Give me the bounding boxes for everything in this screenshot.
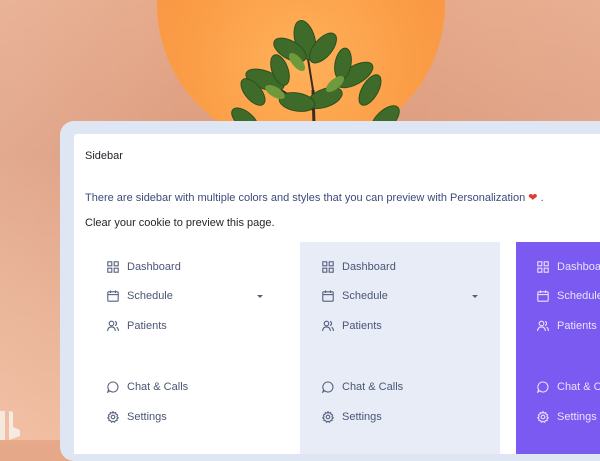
sidebar-item-label: Chat & Calls — [342, 381, 404, 393]
sidebar-variant-light: Dashboard Schedule Patients Chat & Calls… — [74, 242, 300, 454]
chevron-down-icon[interactable] — [257, 295, 263, 298]
sidebar-item-settings[interactable]: Settings — [322, 409, 382, 425]
description-text: There are sidebar with multiple colors a… — [85, 192, 526, 204]
sidebar-item-label: Schedule — [557, 290, 600, 302]
sidebar-item-settings[interactable]: Settings — [107, 409, 167, 425]
sidebar-item-label: Chat & Calls — [127, 381, 189, 393]
sidebar-item-dashboard[interactable]: Dashboard — [537, 259, 600, 275]
sidebar-item-label: Schedule — [342, 290, 388, 302]
sidebar-preview-card: Sidebar There are sidebar with multiple … — [74, 134, 600, 454]
bing-logo — [0, 405, 26, 440]
card-description: There are sidebar with multiple colors a… — [85, 191, 544, 204]
calendar-icon — [322, 290, 334, 302]
sidebar-item-label: Settings — [127, 411, 167, 423]
sidebar-item-label: Patients — [342, 320, 382, 332]
sidebar-item-dashboard[interactable]: Dashboard — [322, 259, 396, 275]
heart-icon: ❤ — [528, 192, 538, 204]
sidebar-item-label: Settings — [557, 411, 597, 423]
chat-icon — [107, 381, 119, 393]
sidebar-item-label: Dashboard — [342, 261, 396, 273]
sidebar-item-chat-calls[interactable]: Chat & Calls — [322, 379, 403, 395]
description-suffix: . — [540, 192, 544, 204]
sidebar-item-label: Dashboard — [557, 261, 600, 273]
sidebar-item-dashboard[interactable]: Dashboard — [107, 259, 181, 275]
sidebar-item-schedule[interactable]: Schedule — [107, 288, 173, 304]
sidebar-item-patients[interactable]: Patients — [107, 318, 167, 334]
gear-icon — [322, 411, 334, 423]
chevron-down-icon[interactable] — [472, 295, 478, 298]
calendar-icon — [107, 290, 119, 302]
sidebar-item-label: Dashboard — [127, 261, 181, 273]
calendar-icon — [537, 290, 549, 302]
sidebar-item-label: Settings — [342, 411, 382, 423]
users-icon — [537, 320, 549, 332]
sidebar-item-patients[interactable]: Patients — [537, 318, 597, 334]
users-icon — [322, 320, 334, 332]
chat-icon — [322, 381, 334, 393]
dashboard-icon — [322, 261, 334, 273]
card-note: Clear your cookie to preview this page. — [85, 217, 275, 229]
dashboard-icon — [537, 261, 549, 273]
chat-icon — [537, 381, 549, 393]
sidebar-item-label: Patients — [127, 320, 167, 332]
sidebar-variant-soft-blue: Dashboard Schedule Patients Chat & Calls… — [300, 242, 500, 454]
sidebar-item-label: Patients — [557, 320, 597, 332]
gear-icon — [537, 411, 549, 423]
sidebar-variant-purple: Dashboard Schedule Patients Chat & Ca Se… — [516, 242, 600, 454]
gear-icon — [107, 411, 119, 423]
sidebar-item-schedule[interactable]: Schedule — [537, 288, 600, 304]
sidebar-item-label: Chat & Ca — [557, 381, 600, 393]
sidebar-item-settings[interactable]: Settings — [537, 409, 597, 425]
card-title: Sidebar — [85, 150, 123, 162]
dashboard-icon — [107, 261, 119, 273]
sidebar-item-chat-calls[interactable]: Chat & Ca — [537, 379, 600, 395]
sidebar-item-chat-calls[interactable]: Chat & Calls — [107, 379, 188, 395]
sidebar-item-label: Schedule — [127, 290, 173, 302]
sidebar-item-patients[interactable]: Patients — [322, 318, 382, 334]
users-icon — [107, 320, 119, 332]
sidebar-item-schedule[interactable]: Schedule — [322, 288, 388, 304]
